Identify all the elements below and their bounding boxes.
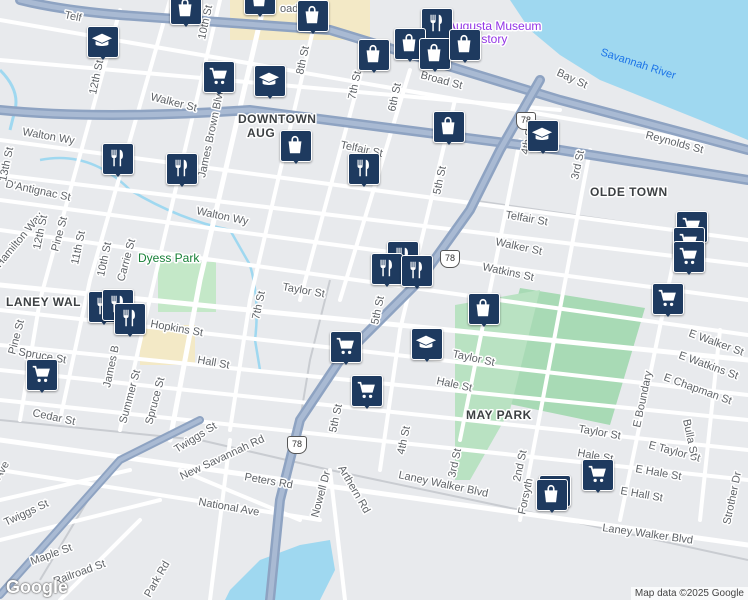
grocery-marker-icon[interactable]: [351, 375, 383, 409]
map-attribution[interactable]: Map data ©2025 Google: [630, 587, 748, 600]
restaurant-marker-icon[interactable]: [401, 255, 433, 289]
shopping-marker-icon[interactable]: [419, 38, 451, 72]
us78-route-shield: 78: [287, 436, 307, 454]
area-downtown-2: AUG: [247, 126, 275, 140]
shopping-marker-icon[interactable]: [536, 479, 568, 513]
us78-route-shield: 78: [440, 250, 460, 268]
grocery-marker-icon[interactable]: [26, 359, 58, 393]
shopping-marker-icon[interactable]: [358, 39, 390, 73]
restaurant-marker-icon[interactable]: [371, 253, 403, 287]
area-may-park: MAY PARK: [466, 408, 532, 422]
shopping-marker-icon[interactable]: [297, 0, 329, 34]
shopping-marker-icon[interactable]: [468, 293, 500, 327]
school-marker-icon[interactable]: [87, 26, 119, 60]
school-marker-icon[interactable]: [254, 65, 286, 99]
shopping-marker-icon[interactable]: [280, 130, 312, 164]
shopping-marker-icon[interactable]: [433, 111, 465, 145]
shopping-marker-icon[interactable]: [170, 0, 202, 27]
school-marker-icon[interactable]: [527, 120, 559, 154]
svg-text:oad: oad: [280, 3, 298, 15]
shopping-marker-icon[interactable]: [449, 29, 481, 63]
shopping-marker-icon[interactable]: [244, 0, 276, 17]
restaurant-marker-icon[interactable]: [166, 153, 198, 187]
park-dyess-label: Dyess Park: [138, 251, 200, 265]
grocery-marker-icon[interactable]: [673, 241, 705, 275]
restaurant-marker-icon[interactable]: [102, 143, 134, 177]
grocery-marker-icon[interactable]: [652, 283, 684, 317]
area-olde-town: OLDE TOWN: [590, 185, 668, 199]
google-logo: Google: [6, 577, 68, 597]
grocery-marker-icon[interactable]: [582, 459, 614, 493]
area-downtown: DOWNTOWN: [238, 112, 316, 126]
school-marker-icon[interactable]: [411, 328, 443, 362]
restaurant-marker-icon[interactable]: [348, 153, 380, 187]
grocery-marker-icon[interactable]: [203, 61, 235, 95]
area-laney-walker: LANEY WAL: [6, 295, 81, 309]
restaurant-marker-icon[interactable]: [114, 303, 146, 337]
grocery-marker-icon[interactable]: [330, 331, 362, 365]
